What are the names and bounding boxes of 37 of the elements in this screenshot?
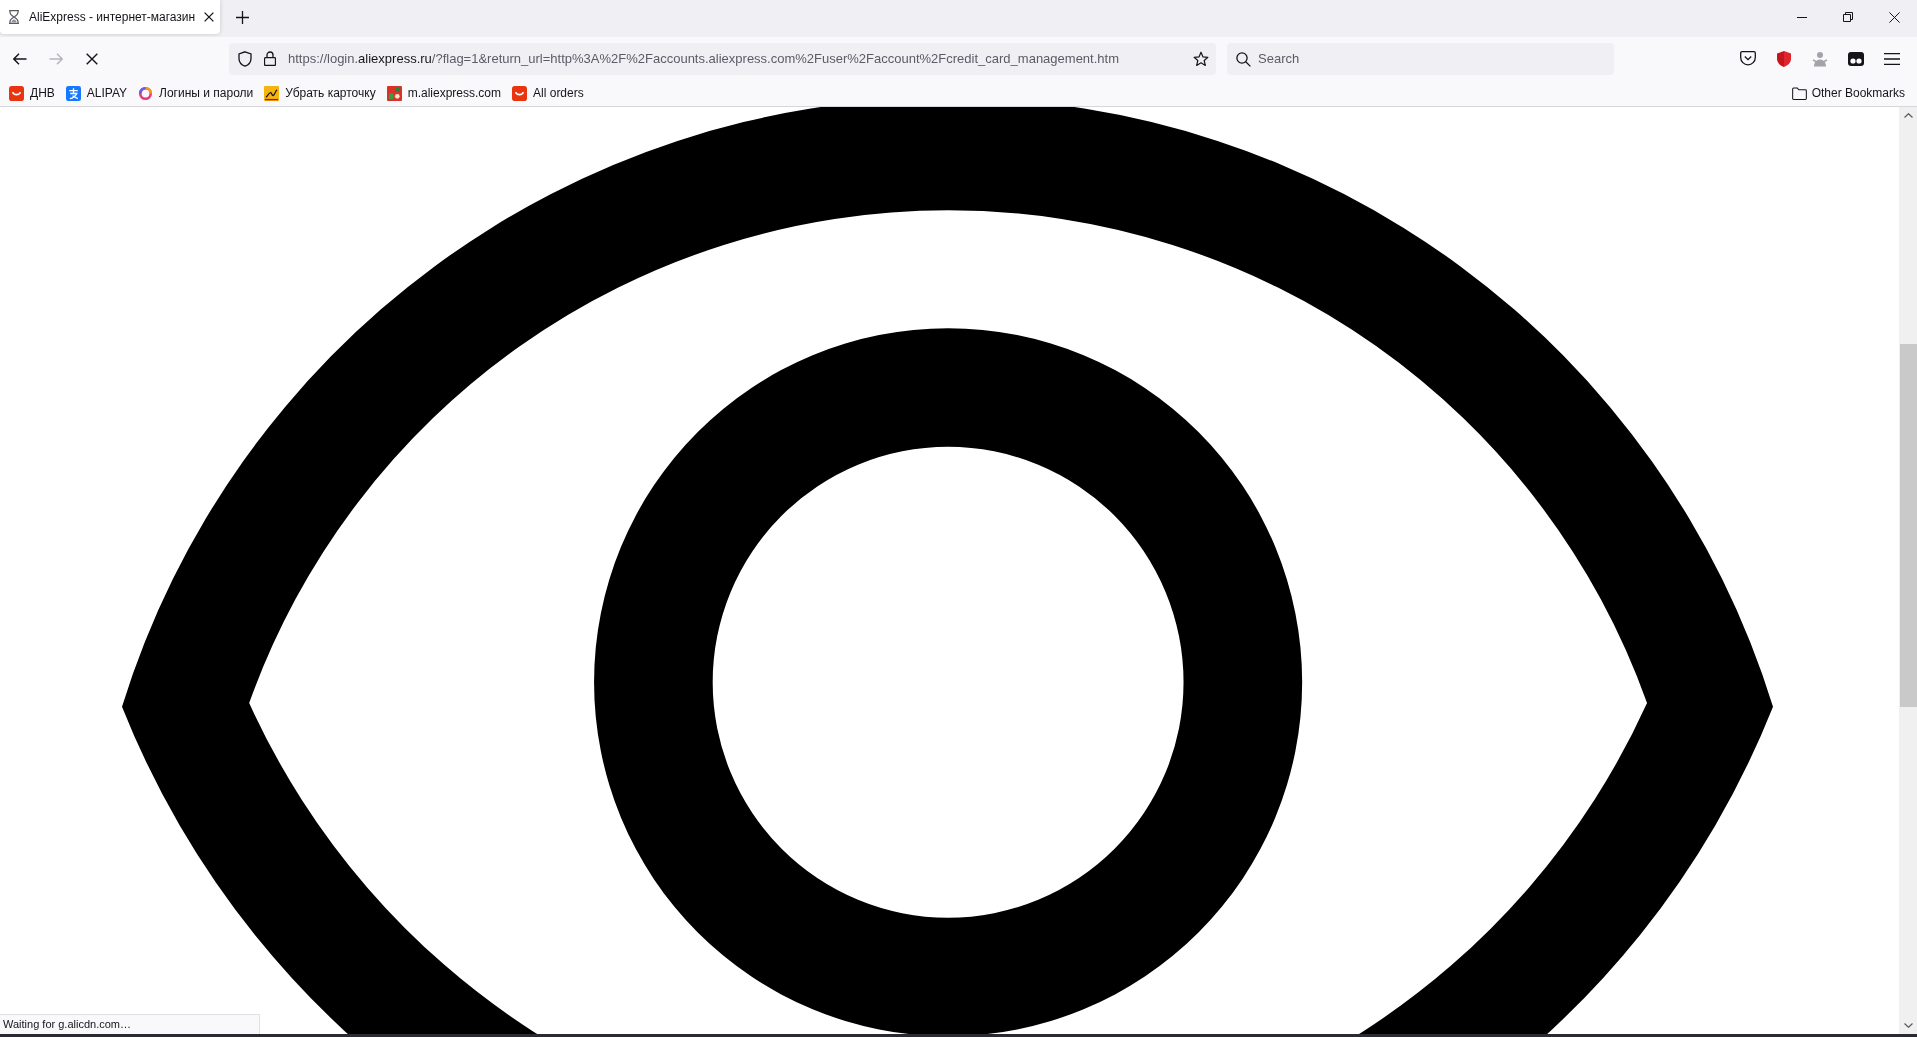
plus-icon[interactable] [236, 11, 249, 24]
menu-icon[interactable] [1884, 52, 1900, 65]
bookmark-link[interactable]: Логины и пароли [134, 83, 258, 103]
restore-icon[interactable] [1843, 12, 1853, 22]
stop-icon[interactable] [86, 52, 98, 65]
bookmark-link[interactable]: m.aliexpress.com [382, 83, 506, 103]
chevron-down-icon[interactable] [1903, 1023, 1913, 1028]
bookmark-link[interactable]: All orders [508, 83, 588, 103]
shield-icon[interactable] [238, 50, 252, 67]
folder-icon [1791, 86, 1807, 100]
bookmark-link[interactable]: Убрать карточку [260, 83, 380, 103]
chevron-up-icon[interactable] [1903, 113, 1913, 118]
star-icon[interactable] [1193, 50, 1209, 67]
address-bar[interactable]: https://login.aliexpress.ru/?flag=1&return_url=http%3A%2F%2Faccounts.aliexpress.com%2Fuser%2Faccount%2Fcredit_card_management.htm [229, 42, 1216, 75]
browser-tab[interactable]: AliExpress - интернет-магазин [0, 0, 220, 34]
minimize-icon[interactable] [1797, 16, 1807, 18]
ring-icon [138, 85, 154, 101]
scrollbar-thumb[interactable] [1899, 344, 1917, 707]
other-bookmarks-button[interactable]: Other Bookmarks [1787, 84, 1909, 102]
close-icon[interactable] [1888, 11, 1900, 23]
search-field[interactable]: Search [1227, 42, 1614, 75]
glyph-tile-icon [65, 85, 81, 101]
close-icon[interactable] [204, 12, 215, 22]
eyes-tile-icon[interactable] [1848, 51, 1864, 66]
bookmark-link[interactable]: ДНВ [5, 83, 59, 103]
arrow-left-icon[interactable] [13, 52, 27, 65]
status-text: Waiting for g.alicdn.com… [0, 1014, 260, 1034]
bookmark-link[interactable]: ALIPAY [61, 83, 132, 103]
chevron-shield-icon[interactable] [1740, 51, 1756, 66]
smile-tile-icon [512, 85, 528, 101]
smile-tile-icon [9, 85, 24, 101]
url-text: https://login.aliexpress.ru/?flag=1&return_url=http%3A%2F%2Faccounts.aliexpress.com%2Fuser%2Faccount%2Fcredit_card_management.htm [288, 51, 1120, 66]
squiggle-tile-icon [264, 85, 280, 101]
collage-tile-icon [386, 85, 402, 101]
lock-icon[interactable] [264, 51, 276, 66]
search-icon [1236, 51, 1251, 67]
scrollbar[interactable] [1899, 107, 1917, 1034]
